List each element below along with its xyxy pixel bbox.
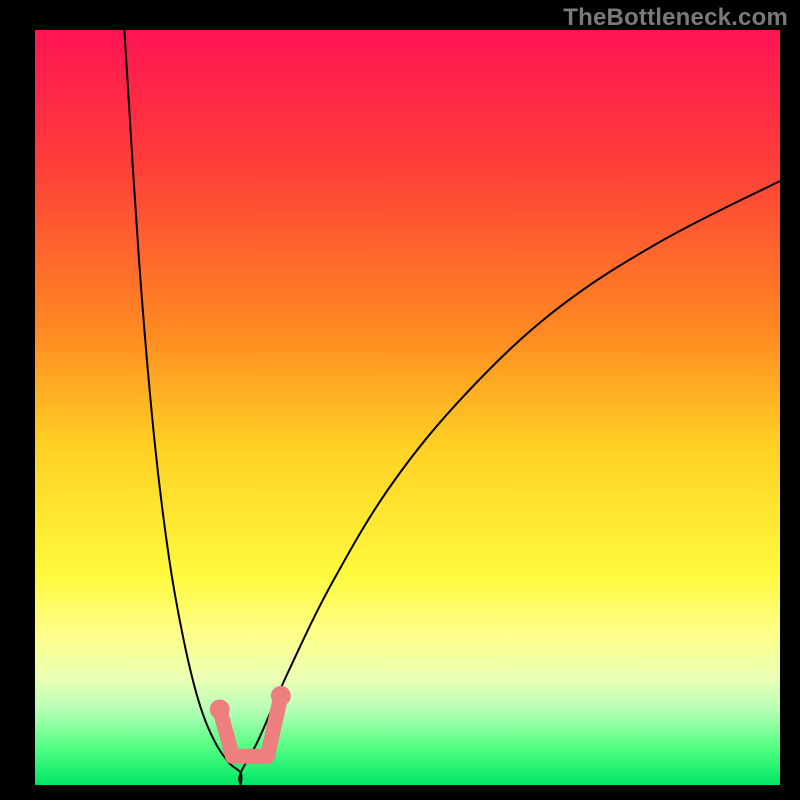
chart-gradient-bg	[35, 30, 780, 785]
watermark-text: TheBottleneck.com	[563, 4, 788, 32]
bottleneck-chart	[0, 0, 800, 800]
